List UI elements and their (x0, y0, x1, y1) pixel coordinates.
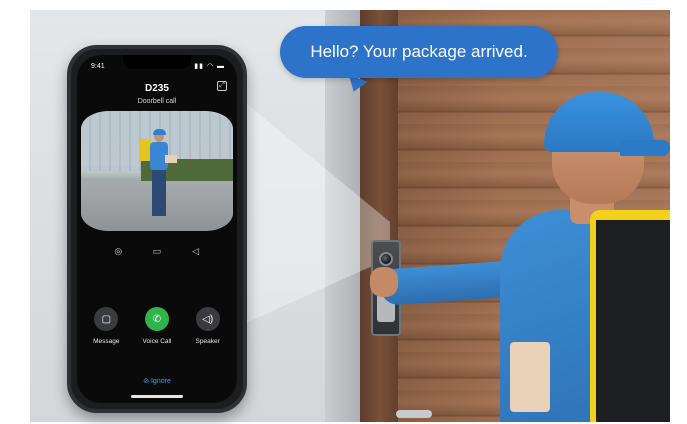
courier-in-video (139, 129, 177, 223)
speaker-label: Speaker (195, 338, 220, 345)
message-icon: ▢ (94, 307, 119, 331)
call-subtitle: Doorbell call (137, 98, 177, 105)
phone-icon: ✆ (144, 307, 169, 331)
message-button[interactable]: ▢ Message (82, 307, 130, 345)
fullscreen-icon[interactable]: ⤢ (217, 81, 227, 91)
voice-call-button[interactable]: ✆ Voice Call (133, 307, 181, 345)
call-actions: ▢ Message ✆ Voice Call ◁) Speaker (77, 307, 237, 345)
door-handle (396, 410, 432, 418)
speech-bubble: Hello? Your package arrived. (280, 26, 558, 78)
live-video-feed[interactable] (81, 111, 233, 231)
speaker-button[interactable]: ◁) Speaker (184, 307, 232, 345)
video-controls: ◎ ▭ ◁ (77, 245, 237, 257)
record-icon[interactable]: ▭ (150, 245, 164, 257)
doorbell-camera (379, 252, 393, 266)
device-title: D235 (145, 83, 169, 94)
phone-screen: 9:41 ▮▮ ◠ ▬ D235 Doorbell call ⤢ ◎ ▭ ◁ ▢… (77, 55, 237, 403)
volume-icon[interactable]: ◁ (189, 245, 203, 257)
snapshot-icon[interactable]: ◎ (111, 245, 125, 257)
ignore-button[interactable]: ⊘ Ignore (77, 377, 237, 385)
smartphone: 9:41 ▮▮ ◠ ▬ D235 Doorbell call ⤢ ◎ ▭ ◁ ▢… (67, 45, 247, 413)
speech-text: Hello? Your package arrived. (310, 42, 528, 61)
ignore-icon: ⊘ (143, 378, 150, 385)
status-time: 9:41 (91, 63, 105, 70)
speaker-icon: ◁) (195, 307, 220, 331)
message-label: Message (93, 338, 120, 345)
package-box (510, 342, 550, 412)
voice-call-label: Voice Call (142, 338, 172, 345)
status-icons: ▮▮ ◠ ▬ (194, 63, 225, 70)
delivery-backpack (590, 210, 670, 422)
courier-person (370, 80, 670, 422)
ignore-label: Ignore (150, 378, 171, 385)
home-indicator[interactable] (131, 395, 183, 398)
